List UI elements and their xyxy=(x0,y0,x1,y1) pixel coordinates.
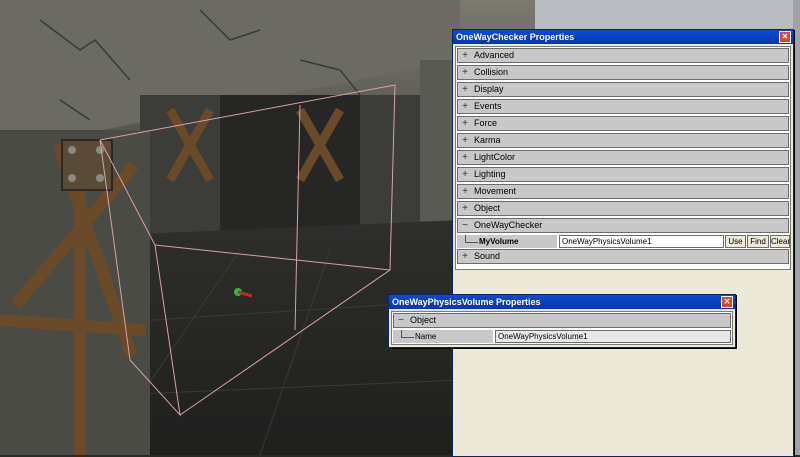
property-name-cell: Name xyxy=(393,330,493,343)
collapse-icon[interactable]: − xyxy=(461,219,469,232)
window-titlebar[interactable]: OneWayPhysicsVolume Properties ✕ xyxy=(389,295,735,309)
category-display[interactable]: + Display xyxy=(457,82,789,97)
category-label: Advanced xyxy=(474,50,515,60)
tree-connector xyxy=(401,330,414,338)
find-button[interactable]: Find xyxy=(747,235,769,248)
category-object[interactable]: − Object xyxy=(393,313,731,328)
oneway-checker-properties-window: OneWayChecker Properties ✕ + Advanced + Col… xyxy=(452,29,794,457)
category-object[interactable]: + Object xyxy=(457,201,789,216)
window-titlebar[interactable]: OneWayChecker Properties ✕ xyxy=(453,30,793,44)
window-title: OneWayPhysicsVolume Properties xyxy=(392,297,541,307)
window-title: OneWayChecker Properties xyxy=(456,32,575,42)
category-events[interactable]: + Events xyxy=(457,99,789,114)
expand-icon[interactable]: + xyxy=(461,185,469,198)
category-label: Sound xyxy=(474,251,501,261)
category-lighting[interactable]: + Lighting xyxy=(457,167,789,182)
category-advanced[interactable]: + Advanced xyxy=(457,48,789,63)
tree-connector xyxy=(465,235,478,243)
use-button[interactable]: Use xyxy=(725,235,746,248)
expand-icon[interactable]: + xyxy=(461,151,469,164)
category-label: Movement xyxy=(474,186,517,196)
expand-icon[interactable]: + xyxy=(461,202,469,215)
close-icon[interactable]: ✕ xyxy=(779,31,791,43)
oneway-physics-volume-properties-window: OneWayPhysicsVolume Properties ✕ − Objec… xyxy=(388,294,736,348)
property-row-name: Name OneWayPhysicsVolume1 xyxy=(393,330,731,343)
category-label: Karma xyxy=(474,135,501,145)
category-onewaychecker[interactable]: − OneWayChecker xyxy=(457,218,789,233)
property-name: Name xyxy=(415,332,437,341)
top-viewport-grid[interactable] xyxy=(535,0,800,30)
category-label: Display xyxy=(474,84,504,94)
category-karma[interactable]: + Karma xyxy=(457,133,789,148)
side-viewport-grid[interactable] xyxy=(793,0,800,455)
category-label: Events xyxy=(474,101,502,111)
property-list: + Advanced + Collision + Display + Events + Force… xyxy=(455,46,791,270)
category-label: Force xyxy=(474,118,498,128)
category-label: Object xyxy=(410,315,437,325)
property-value-field[interactable]: OneWayPhysicsVolume1 xyxy=(559,235,724,248)
expand-icon[interactable]: + xyxy=(461,66,469,79)
category-label: OneWayChecker xyxy=(474,220,543,230)
category-label: Lighting xyxy=(474,169,506,179)
expand-icon[interactable]: + xyxy=(461,83,469,96)
property-value-field[interactable]: OneWayPhysicsVolume1 xyxy=(495,330,731,343)
expand-icon[interactable]: + xyxy=(461,168,469,181)
expand-icon[interactable]: + xyxy=(461,117,469,130)
category-sound[interactable]: + Sound xyxy=(457,249,789,264)
expand-icon[interactable]: + xyxy=(461,134,469,147)
category-movement[interactable]: + Movement xyxy=(457,184,789,199)
expand-icon[interactable]: + xyxy=(461,250,469,263)
category-label: Collision xyxy=(474,67,509,77)
category-label: LightColor xyxy=(474,152,516,162)
property-list: − Object Name OneWayPhysicsVolume1 xyxy=(391,311,733,345)
category-force[interactable]: + Force xyxy=(457,116,789,131)
expand-icon[interactable]: + xyxy=(461,100,469,113)
property-name-cell: MyVolume xyxy=(457,235,557,248)
category-lightcolor[interactable]: + LightColor xyxy=(457,150,789,165)
category-label: Object xyxy=(474,203,501,213)
property-name: MyVolume xyxy=(479,237,519,246)
property-row-myvolume: MyVolume OneWayPhysicsVolume1 Use Find Clear xyxy=(457,235,790,248)
close-icon[interactable]: ✕ xyxy=(721,296,733,308)
expand-icon[interactable]: + xyxy=(461,49,469,62)
category-collision[interactable]: + Collision xyxy=(457,65,789,80)
clear-button[interactable]: Clear xyxy=(770,235,790,248)
collapse-icon[interactable]: − xyxy=(397,314,405,327)
